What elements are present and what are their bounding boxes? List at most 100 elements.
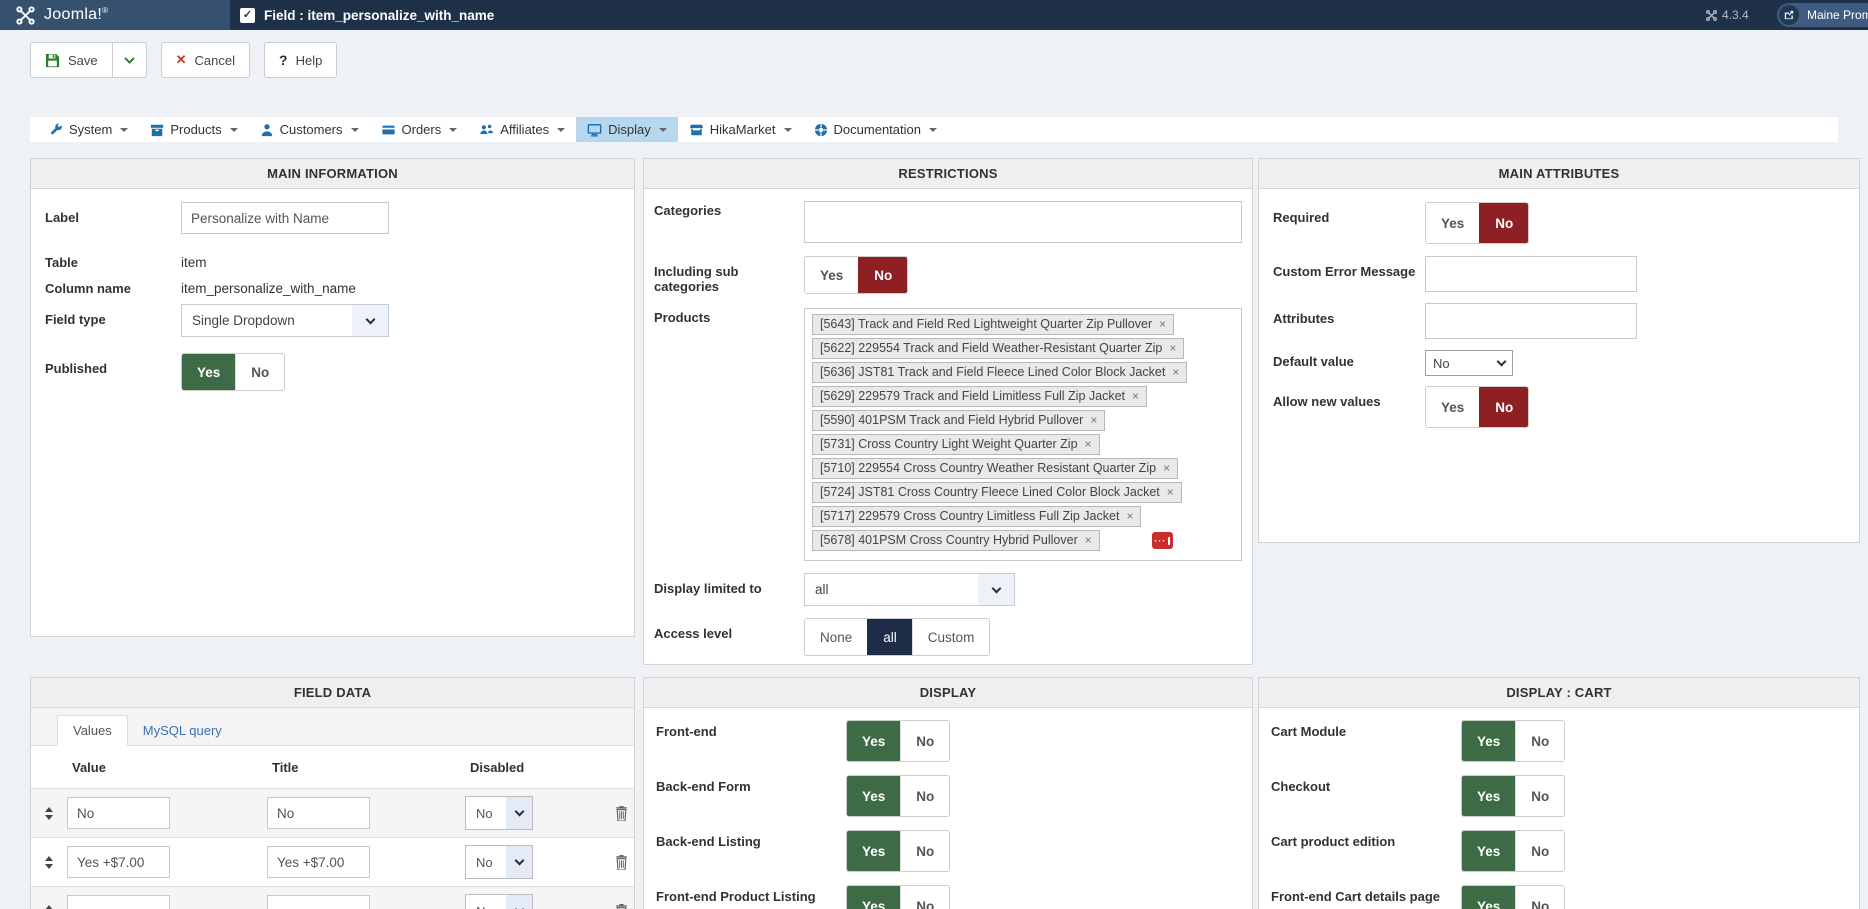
front-end-toggle[interactable]: Yes No xyxy=(846,720,950,762)
toggle-option-no[interactable]: No xyxy=(1515,886,1564,909)
sub-categories-toggle[interactable]: Yes No xyxy=(804,256,908,294)
remove-tag-icon[interactable]: × xyxy=(1090,412,1097,429)
toggle-option-yes[interactable]: Yes xyxy=(1426,203,1479,243)
drag-handle-icon[interactable] xyxy=(45,807,53,820)
access-option-all[interactable]: all xyxy=(867,619,912,655)
toggle-option-yes[interactable]: Yes xyxy=(182,354,235,390)
access-option-custom[interactable]: Custom xyxy=(912,619,990,655)
toggle-option-yes[interactable]: Yes xyxy=(847,831,900,871)
menu-item-label: Orders xyxy=(402,122,442,137)
page-title-area: Field : item_personalize_with_name xyxy=(240,0,494,30)
toggle-option-no[interactable]: No xyxy=(1515,776,1564,816)
toggle-option-yes[interactable]: Yes xyxy=(1462,831,1515,871)
categories-input[interactable] xyxy=(804,201,1242,243)
remove-tag-icon[interactable]: × xyxy=(1085,436,1092,453)
display-limited-select[interactable]: all xyxy=(804,573,1015,606)
toggle-option-yes[interactable]: Yes xyxy=(1462,721,1515,761)
menu-item-orders[interactable]: Orders xyxy=(370,117,469,142)
remove-tag-icon[interactable]: × xyxy=(1163,460,1170,477)
account-button[interactable]: Maine Promo xyxy=(1777,3,1868,27)
cancel-button[interactable]: ✕ Cancel xyxy=(161,42,250,78)
toggle-option-no[interactable]: No xyxy=(1479,203,1528,243)
toggle-option-no[interactable]: No xyxy=(858,257,907,293)
delete-row-button[interactable] xyxy=(615,855,628,870)
menu-item-affiliates[interactable]: Affiliates xyxy=(468,117,576,142)
toggle-option-yes[interactable]: Yes xyxy=(1426,387,1479,427)
row-title-input[interactable] xyxy=(267,846,370,878)
toggle-option-no[interactable]: No xyxy=(900,721,949,761)
save-options-button[interactable] xyxy=(113,42,147,78)
allow-new-values-toggle[interactable]: Yes No xyxy=(1425,386,1529,428)
remove-tag-icon[interactable]: × xyxy=(1085,532,1092,549)
product-tag-label: [5590] 401PSM Track and Field Hybrid Pul… xyxy=(820,412,1083,429)
row-disabled-select[interactable]: No xyxy=(465,845,533,879)
toggle-option-yes[interactable]: Yes xyxy=(1462,886,1515,909)
menu-item-customers[interactable]: Customers xyxy=(249,117,370,142)
menu-item-display[interactable]: Display xyxy=(576,117,678,142)
product-tag-label: [5622] 229554 Track and Field Weather-Re… xyxy=(820,340,1162,357)
remove-tag-icon[interactable]: × xyxy=(1132,388,1139,405)
custom-error-input[interactable] xyxy=(1425,256,1637,292)
remove-tag-icon[interactable]: × xyxy=(1172,364,1179,381)
row-value-input[interactable] xyxy=(67,846,170,878)
row-title-input[interactable] xyxy=(267,797,370,829)
access-level-toggle[interactable]: None all Custom xyxy=(804,618,990,656)
row-disabled-select[interactable]: No xyxy=(465,894,533,909)
menu-item-products[interactable]: Products xyxy=(139,117,248,142)
toggle-option-no[interactable]: No xyxy=(900,776,949,816)
external-link-icon xyxy=(1779,5,1799,25)
toggle-option-no[interactable]: No xyxy=(900,831,949,871)
joomla-logo-block[interactable]: Joomla!® xyxy=(0,0,230,30)
drag-handle-icon[interactable] xyxy=(45,905,53,909)
cart-module-toggle[interactable]: Yes No xyxy=(1461,720,1565,762)
row-disabled-select[interactable]: No xyxy=(465,796,533,830)
label-field-label: Label xyxy=(45,202,181,225)
menu-item-system[interactable]: System xyxy=(38,117,139,142)
toggle-option-yes[interactable]: Yes xyxy=(847,721,900,761)
attributes-input[interactable] xyxy=(1425,303,1637,339)
toggle-option-no[interactable]: No xyxy=(1479,387,1528,427)
menu-item-documentation[interactable]: Documentation xyxy=(803,117,948,142)
remove-tag-icon[interactable]: × xyxy=(1126,508,1133,525)
select-products-button[interactable]: ··· xyxy=(1152,532,1173,549)
cart-product-edition-toggle[interactable]: Yes No xyxy=(1461,830,1565,872)
tab-mysql-query[interactable]: MySQL query xyxy=(128,716,237,745)
required-toggle[interactable]: Yes No xyxy=(1425,202,1529,244)
row-value-input[interactable] xyxy=(67,895,170,909)
toggle-option-no[interactable]: No xyxy=(900,886,949,909)
back-end-form-toggle[interactable]: Yes No xyxy=(846,775,950,817)
default-value-select[interactable]: No xyxy=(1425,350,1513,376)
row-title-input[interactable] xyxy=(267,895,370,909)
published-toggle[interactable]: Yes No xyxy=(181,353,285,391)
front-end-product-listing-toggle[interactable]: Yes No xyxy=(846,885,950,909)
checkout-toggle[interactable]: Yes No xyxy=(1461,775,1565,817)
remove-tag-icon[interactable]: × xyxy=(1159,316,1166,333)
toggle-option-no[interactable]: No xyxy=(235,354,284,390)
field-type-select[interactable]: Single Dropdown xyxy=(181,304,389,337)
drag-handle-icon[interactable] xyxy=(45,856,53,869)
toggle-option-no[interactable]: No xyxy=(1515,721,1564,761)
help-question-icon: ? xyxy=(279,52,288,68)
tab-values[interactable]: Values xyxy=(57,715,128,746)
remove-tag-icon[interactable]: × xyxy=(1169,340,1176,357)
field-data-column-headers: Value Title Disabled xyxy=(31,746,634,788)
remove-tag-icon[interactable]: × xyxy=(1167,484,1174,501)
front-end-cart-details-toggle[interactable]: Yes No xyxy=(1461,885,1565,909)
toggle-option-yes[interactable]: Yes xyxy=(1462,776,1515,816)
delete-row-button[interactable] xyxy=(615,806,628,821)
toggle-option-yes[interactable]: Yes xyxy=(805,257,858,293)
delete-row-button[interactable] xyxy=(615,904,628,909)
toggle-option-no[interactable]: No xyxy=(1515,831,1564,871)
row-value-input[interactable] xyxy=(67,797,170,829)
menu-item-hikamarket[interactable]: HikaMarket xyxy=(678,117,803,142)
product-tag: [5643] Track and Field Red Lightweight Q… xyxy=(812,314,1174,335)
toggle-option-yes[interactable]: Yes xyxy=(847,886,900,909)
back-end-listing-toggle[interactable]: Yes No xyxy=(846,830,950,872)
label-input[interactable] xyxy=(181,202,389,234)
access-option-none[interactable]: None xyxy=(805,619,867,655)
save-button[interactable]: Save xyxy=(30,42,113,78)
toggle-option-yes[interactable]: Yes xyxy=(847,776,900,816)
menu-item-label: HikaMarket xyxy=(710,122,776,137)
checkbox-checked-icon xyxy=(240,8,255,23)
help-button[interactable]: ? Help xyxy=(264,42,337,78)
